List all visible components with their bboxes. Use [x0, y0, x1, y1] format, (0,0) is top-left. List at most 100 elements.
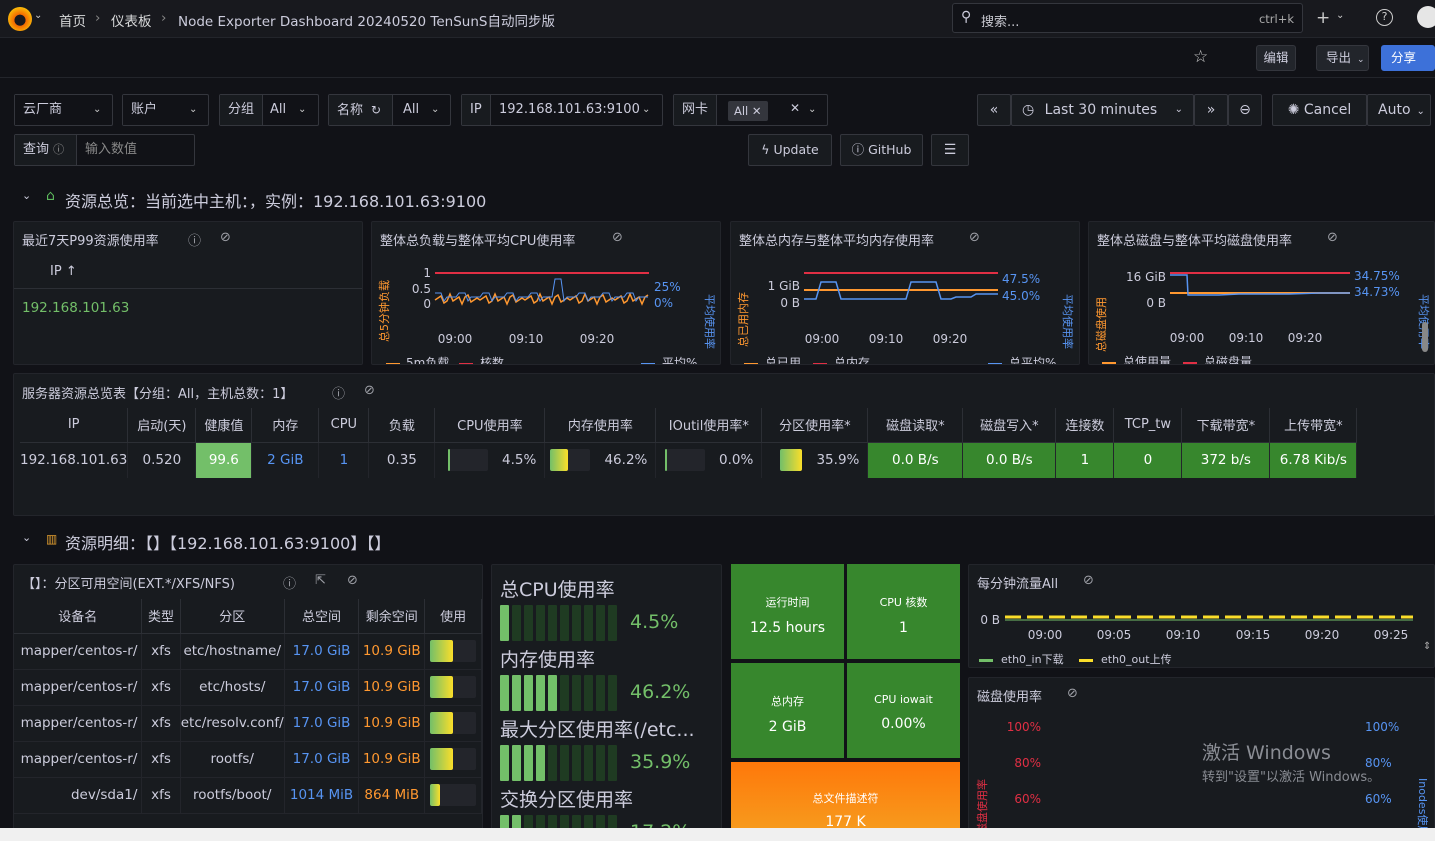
- panel-title[interactable]: 最近7天P99资源使用率: [22, 230, 159, 249]
- cell-total: 17.0 GiB: [284, 633, 360, 670]
- share-button[interactable]: 分享: [1381, 45, 1435, 71]
- column-header[interactable]: 分区使用率*: [761, 408, 869, 443]
- bargauge-item[interactable]: 内存使用率 46.2%: [500, 645, 715, 715]
- panel-title[interactable]: 服务器资源总览表【分组：All，主机总数：1】: [22, 383, 293, 402]
- new-plus-icon[interactable]: +: [1316, 8, 1330, 28]
- column-header[interactable]: 类型: [141, 599, 181, 634]
- table-row[interactable]: /mapper/centos-r xfs/etc/hosts 17.0 GiB 10.…: [14, 669, 482, 706]
- query-field[interactable]: 查询 ⓘ 输入数值: [14, 134, 195, 166]
- zoom-out-icon[interactable]: ⊖: [1228, 94, 1262, 126]
- table-row[interactable]: /mapper/centos-r xfs/rootfs 17.0 GiB 10.9 G…: [14, 741, 482, 778]
- chevron-down-icon: ⌄: [1416, 106, 1425, 117]
- column-header[interactable]: TCP_tw: [1113, 408, 1183, 443]
- bargauge-cells: [500, 605, 620, 645]
- bargauge-cell: [536, 605, 545, 641]
- query-input[interactable]: 输入数值: [85, 135, 137, 165]
- star-icon[interactable]: ☆: [1193, 47, 1208, 67]
- x-tick: 09:10: [869, 332, 904, 346]
- column-header[interactable]: 使用: [424, 599, 482, 634]
- external-link-icon[interactable]: ⇱: [315, 573, 326, 588]
- column-header[interactable]: 分区: [180, 599, 285, 634]
- breadcrumb-dashboards[interactable]: 仪表板: [111, 10, 152, 30]
- search-placeholder: 搜索...: [981, 15, 1020, 30]
- nic-select[interactable]: 网卡 All ✕ ✕ ⌄: [673, 94, 828, 126]
- y-tick: 100%: [1007, 720, 1041, 734]
- column-header[interactable]: 健康值: [195, 408, 253, 443]
- column-header[interactable]: 总空间: [284, 599, 360, 634]
- cpu-cores-stat[interactable]: CPU 核数 1: [847, 564, 960, 659]
- legend-scrollbar[interactable]: [1422, 322, 1428, 352]
- panel-title[interactable]: 每分钟流量All: [977, 573, 1058, 592]
- cpu-load-panel: 整体总负载与整体平均CPU使用率 ⊘ 总5分钟负载 平均使用率 1 0.5 0 …: [371, 221, 721, 365]
- column-header[interactable]: 上传带宽*: [1269, 408, 1358, 443]
- table-row[interactable]: /dev/sda1 xfs/rootfs/boot 1014 MiB 864 MiB: [14, 777, 482, 814]
- group-select[interactable]: 分组 All ⌄: [219, 94, 319, 126]
- update-link-button[interactable]: ϟ Update: [748, 134, 832, 166]
- panel-title[interactable]: 磁盘使用率: [977, 686, 1042, 705]
- bargauge-cell: [596, 675, 605, 711]
- time-back-button[interactable]: «: [977, 94, 1011, 126]
- column-header[interactable]: CPU: [318, 408, 370, 443]
- column-header[interactable]: 负载: [368, 408, 436, 443]
- row-title-detail[interactable]: 资源明细：【】【192.168.101.63:9100】【】: [65, 530, 390, 554]
- y-tick: 60%: [1014, 792, 1041, 806]
- panel-title[interactable]: 整体总磁盘与整体平均磁盘使用率: [1097, 230, 1292, 249]
- panel-title[interactable]: 整体总内存与整体平均内存使用率: [739, 230, 934, 249]
- column-header[interactable]: 下载带宽*: [1181, 408, 1271, 443]
- column-header[interactable]: 设备名: [14, 599, 143, 634]
- github-link-button[interactable]: ⓘ GitHub: [840, 134, 923, 166]
- cloud-vendor-select[interactable]: 云厂商 ⌄: [14, 94, 113, 126]
- avatar[interactable]: [1417, 6, 1435, 28]
- name-select[interactable]: 名称 ↻ All ⌄: [328, 94, 451, 126]
- table-header-row: IP 启动(天) 健康值 内存 CPU 负载 CPU使用率 内存使用率 IOutil使用率* 分区…: [20, 408, 1358, 443]
- column-header[interactable]: 启动(天): [127, 408, 197, 443]
- ip-select[interactable]: IP 192.168.101.63:9100 ⌄: [461, 94, 663, 126]
- cpu-iowait-stat[interactable]: CPU iowait 0.00%: [847, 663, 960, 758]
- collapse-chevron-icon[interactable]: ⌄: [22, 531, 31, 544]
- time-forward-button[interactable]: »: [1194, 94, 1228, 126]
- panel-title[interactable]: 【】：分区可用空间(EXT.*/XFS/NFS): [22, 573, 235, 592]
- bargauge-item[interactable]: 总CPU使用率 4.5%: [500, 575, 715, 645]
- table-row[interactable]: /mapper/centos-r xfs/etc/resolv.conf 17.0 …: [14, 705, 482, 742]
- chevron-down-icon: ⌄: [1357, 55, 1365, 65]
- memory-chart: 总已用内存 平均使用率 1 GiB 0 B 47.5% 45.0% 09:00 …: [736, 272, 1075, 364]
- total-memory-stat[interactable]: 总内存 2 GiB: [731, 663, 844, 758]
- panel-title[interactable]: 整体总负载与整体平均CPU使用率: [380, 230, 575, 249]
- nic-tag[interactable]: All ✕: [728, 101, 768, 121]
- column-header[interactable]: 剩余空间: [358, 599, 426, 634]
- column-header[interactable]: 内存: [251, 408, 320, 443]
- refresh-interval-select[interactable]: Auto ⌄: [1367, 94, 1431, 126]
- column-header[interactable]: IOutil使用率*: [655, 408, 763, 443]
- edit-button[interactable]: 编辑: [1256, 45, 1296, 71]
- menu-icon[interactable]: ☰: [931, 134, 969, 166]
- time-picker[interactable]: ◷ Last 30 minutes ⌄: [1011, 94, 1194, 126]
- column-header[interactable]: 磁盘写入*: [962, 408, 1057, 443]
- account-select[interactable]: 账户 ⌄: [122, 94, 209, 126]
- legend-scroll-icon[interactable]: ⇕: [1423, 641, 1431, 652]
- column-header-ip[interactable]: IP ↑: [50, 264, 77, 279]
- bargauge-item[interactable]: 最大分区使用率(/etc... 35.9%: [500, 715, 715, 785]
- column-header[interactable]: IP: [20, 408, 129, 443]
- table-row[interactable]: 192.168.101.63 0.520 99.6 2 GiB 1 0.35 4…: [20, 442, 1358, 478]
- search-input[interactable]: ⚲ 搜索... ctrl+k: [952, 3, 1303, 33]
- stat-label: 运行时间: [765, 596, 810, 609]
- breadcrumb-home[interactable]: 首页: [59, 10, 86, 30]
- row-title-overview[interactable]: 资源总览：当前选中主机：，实例：192.168.101.63:9100: [65, 188, 486, 212]
- cancel-button[interactable]: ✺ Cancel: [1272, 94, 1367, 126]
- grafana-logo-icon[interactable]: [8, 7, 32, 31]
- uptime-stat[interactable]: 运行时间 12.5 hours: [731, 564, 844, 659]
- column-header[interactable]: CPU使用率: [434, 408, 546, 443]
- table-row[interactable]: /mapper/centos-r xfs/etc/hostname 17.0 GiB…: [14, 633, 482, 670]
- tag-remove-icon[interactable]: ✕: [752, 104, 762, 118]
- chevron-down-icon[interactable]: ⌄: [34, 10, 42, 21]
- chevron-down-icon[interactable]: ⌄: [1336, 10, 1344, 21]
- column-header[interactable]: 内存使用率: [544, 408, 657, 443]
- column-header[interactable]: 磁盘读取*: [867, 408, 964, 443]
- export-button[interactable]: 导出 ⌄: [1316, 45, 1369, 71]
- help-icon[interactable]: ?: [1376, 9, 1393, 26]
- cell-free: 10.9 GiB: [358, 669, 426, 706]
- refresh-icon[interactable]: ↻: [371, 103, 381, 117]
- column-header[interactable]: 连接数: [1055, 408, 1115, 443]
- clear-icon[interactable]: ✕: [790, 101, 800, 115]
- collapse-chevron-icon[interactable]: ⌄: [22, 189, 31, 202]
